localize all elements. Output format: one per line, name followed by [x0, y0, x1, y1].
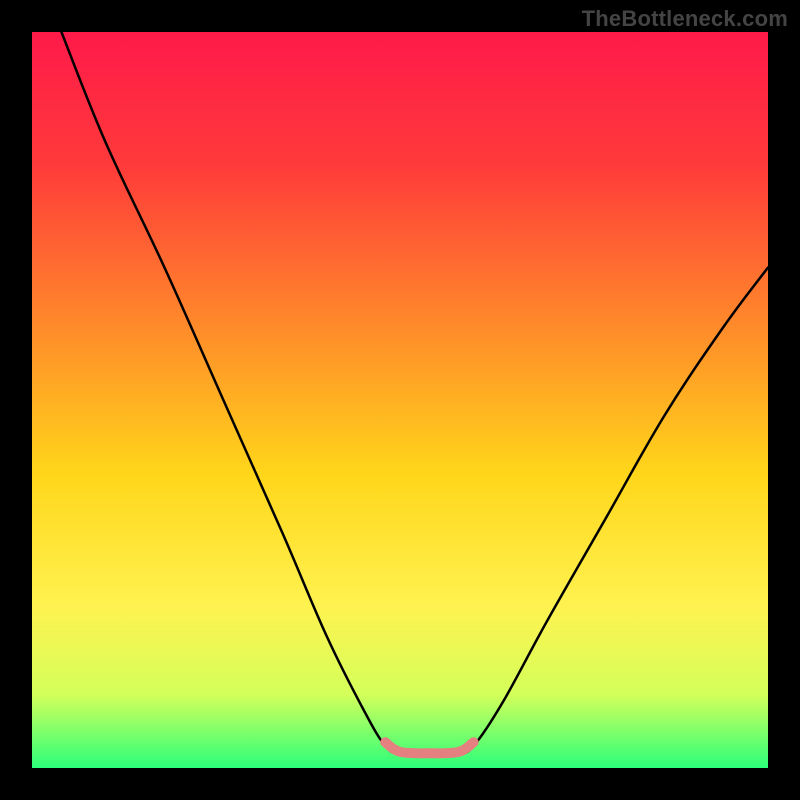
chart-frame: TheBottleneck.com: [0, 0, 800, 800]
bottleneck-chart: [32, 32, 768, 768]
plot-area: [32, 32, 768, 768]
watermark-text: TheBottleneck.com: [582, 6, 788, 32]
gradient-background: [32, 32, 768, 768]
